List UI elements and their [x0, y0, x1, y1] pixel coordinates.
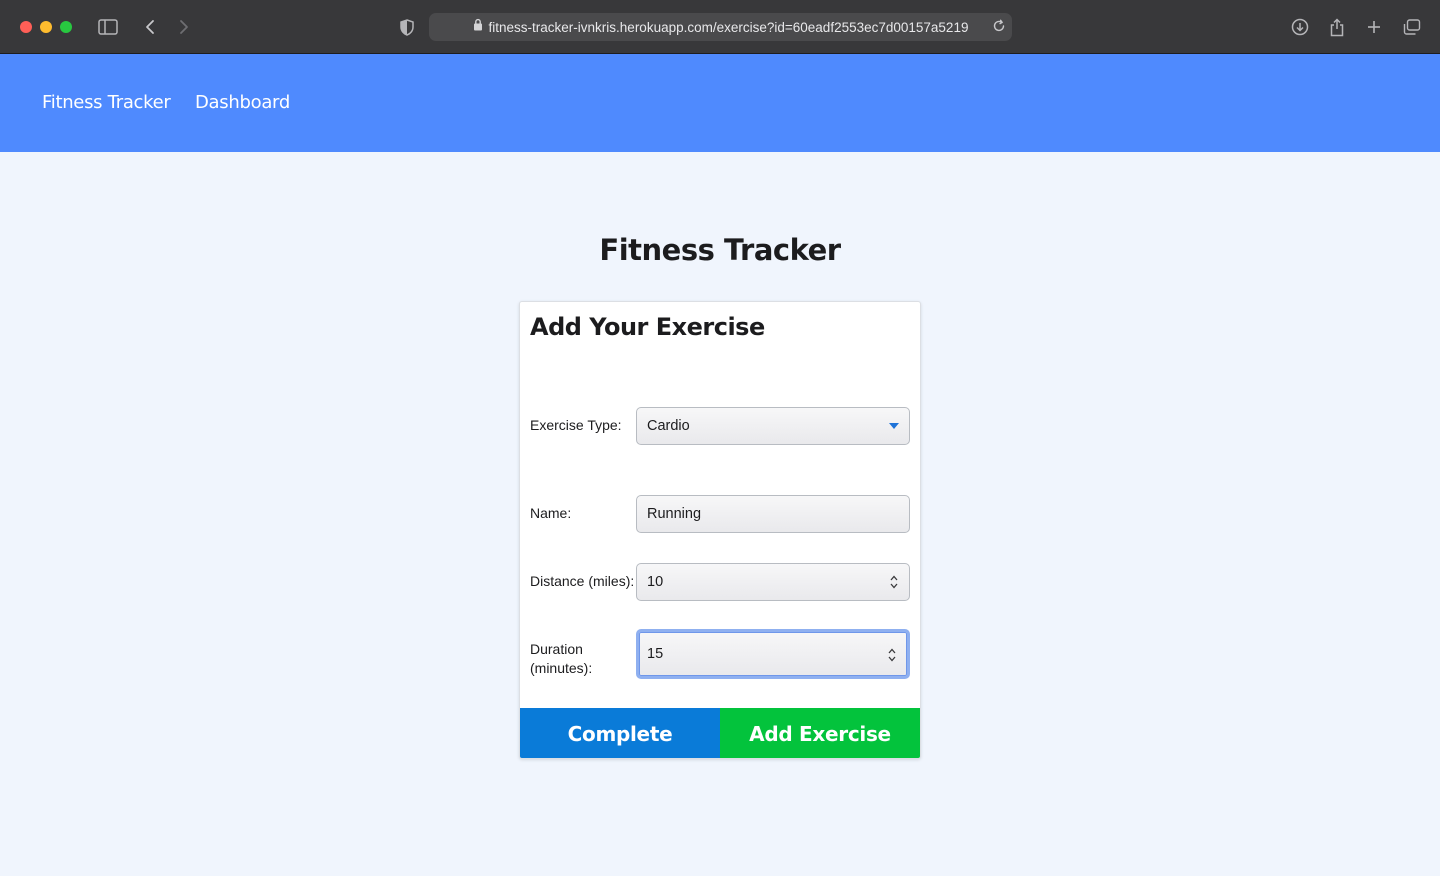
tab-overview-icon[interactable]: [1402, 15, 1422, 39]
duration-label: Duration (minutes):: [530, 640, 592, 678]
share-icon[interactable]: [1328, 15, 1346, 39]
minimize-window-button[interactable]: [40, 21, 52, 33]
downloads-icon[interactable]: [1290, 15, 1310, 39]
chevron-down-icon: [889, 423, 899, 429]
page-title: Fitness Tracker: [599, 233, 841, 267]
add-exercise-card: Add Your Exercise Exercise Type: Cardio …: [519, 301, 921, 759]
stepper-icon[interactable]: [890, 574, 898, 594]
exercise-type-label: Exercise Type:: [530, 417, 622, 433]
lock-icon: [473, 18, 483, 36]
new-tab-icon[interactable]: [1365, 15, 1383, 39]
duration-value: 15: [647, 646, 664, 662]
duration-label-line2: (minutes):: [530, 660, 593, 676]
card-heading: Add Your Exercise: [530, 313, 765, 341]
address-bar[interactable]: fitness-tracker-ivnkris.herokuapp.com/ex…: [429, 13, 1012, 41]
sidebar-toggle-icon[interactable]: [97, 15, 119, 39]
complete-button[interactable]: Complete: [520, 708, 720, 758]
url-text: fitness-tracker-ivnkris.herokuapp.com/ex…: [488, 19, 969, 35]
duration-label-line1: Duration: [530, 641, 583, 657]
distance-value: 10: [647, 574, 664, 590]
nav-brand-link[interactable]: Fitness Tracker: [42, 92, 171, 113]
back-icon[interactable]: [142, 15, 158, 39]
reload-icon[interactable]: [992, 19, 1006, 38]
name-label: Name:: [530, 505, 572, 521]
nav-dashboard-link[interactable]: Dashboard: [195, 92, 290, 113]
exercise-type-select[interactable]: Cardio: [636, 407, 910, 445]
distance-label: Distance (miles):: [530, 573, 635, 589]
privacy-shield-icon[interactable]: [398, 15, 416, 39]
add-exercise-button[interactable]: Add Exercise: [720, 708, 920, 758]
name-value: Running: [647, 506, 702, 522]
close-window-button[interactable]: [20, 21, 32, 33]
zoom-window-button[interactable]: [60, 21, 72, 33]
exercise-type-value: Cardio: [647, 418, 690, 434]
name-input[interactable]: Running: [636, 495, 910, 533]
duration-input[interactable]: 15: [636, 629, 910, 679]
stepper-icon[interactable]: [888, 647, 896, 667]
navbar: Fitness Tracker Dashboard: [0, 54, 1440, 152]
distance-input[interactable]: 10: [636, 563, 910, 601]
forward-icon[interactable]: [176, 15, 192, 39]
browser-toolbar: fitness-tracker-ivnkris.herokuapp.com/ex…: [0, 0, 1440, 54]
